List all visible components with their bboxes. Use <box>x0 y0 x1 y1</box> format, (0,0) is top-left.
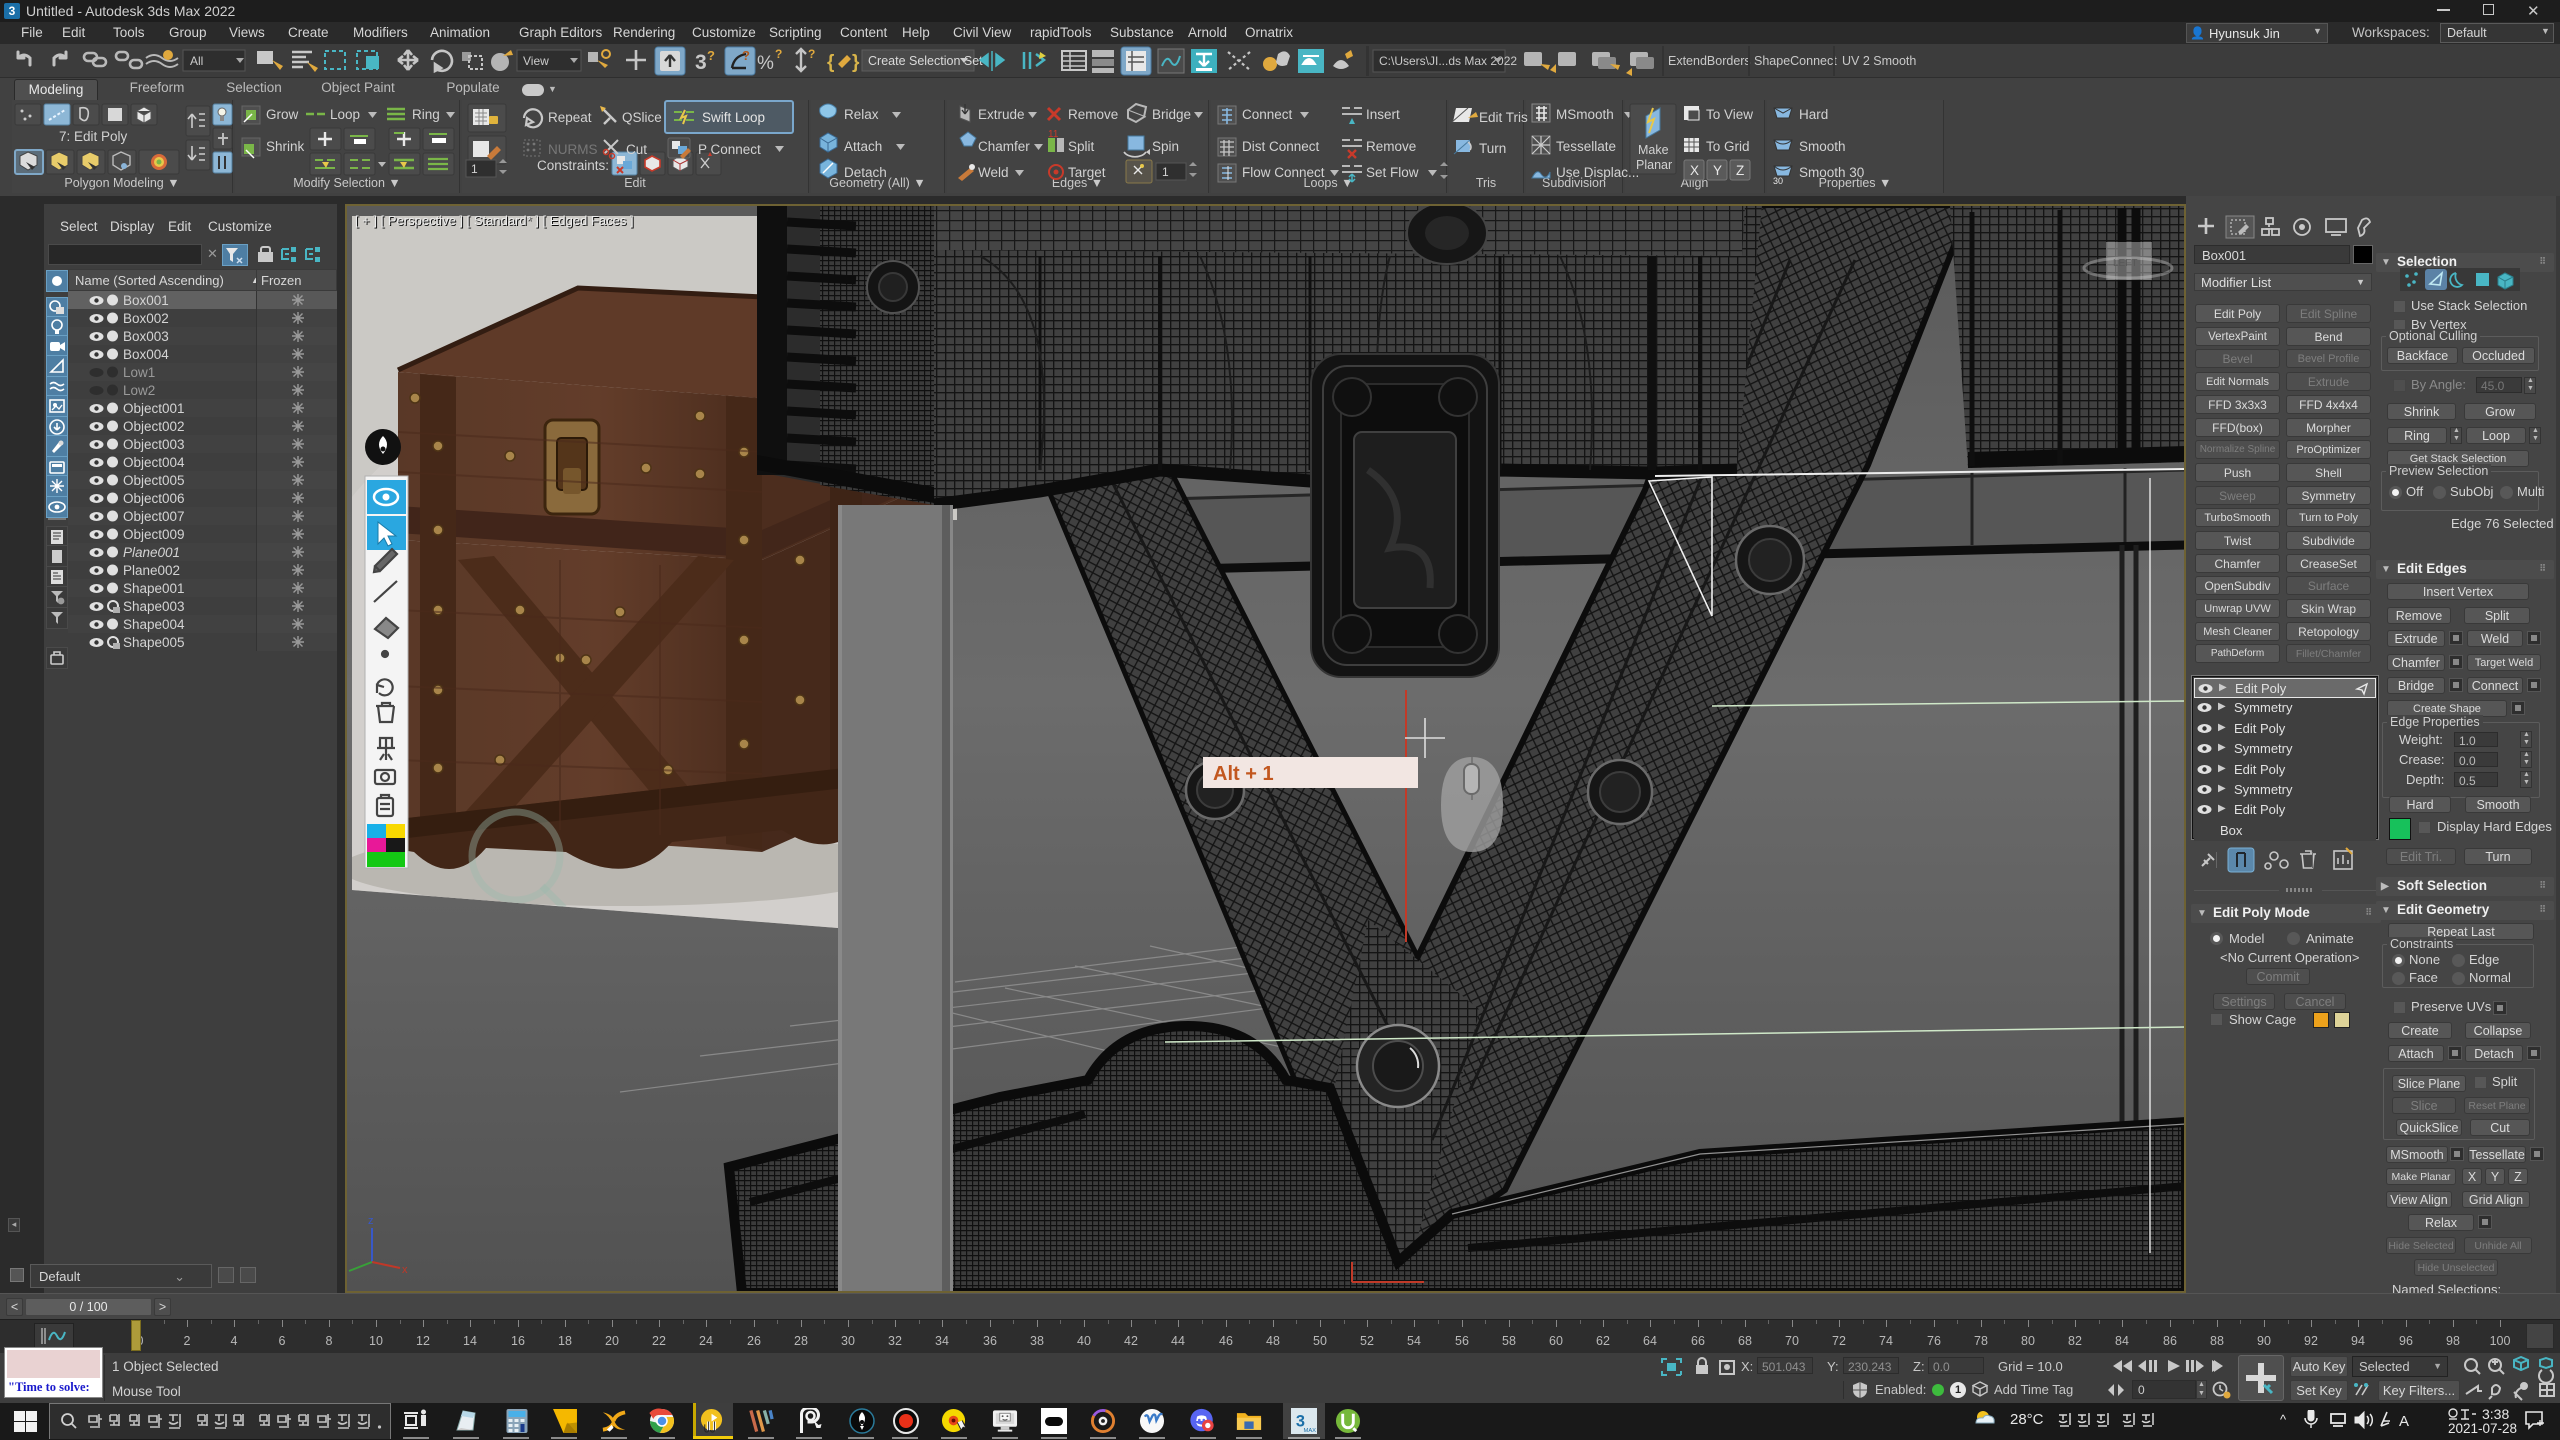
svg-text:?: ? <box>775 47 782 61</box>
svg-text:3: 3 <box>695 51 707 74</box>
svg-text:Relax: Relax <box>844 107 879 122</box>
svg-text:1: 1 <box>471 162 478 176</box>
svg-text:30: 30 <box>1773 176 1783 186</box>
svg-text:Target: Target <box>1068 165 1106 180</box>
svg-text:Weld: Weld <box>978 165 1009 180</box>
svg-text:Loop: Loop <box>330 107 360 122</box>
svg-text:QSlice: QSlice <box>622 110 662 125</box>
svg-text:Make: Make <box>1638 143 1669 157</box>
svg-text:?: ? <box>742 48 750 63</box>
svg-text:Constraints:: Constraints: <box>537 158 609 173</box>
svg-text:All: All <box>190 54 203 68</box>
svg-text:LEFT: LEFT <box>2113 258 2137 269</box>
svg-text:Turn: Turn <box>1479 141 1506 156</box>
svg-text:7: Edit Poly: 7: Edit Poly <box>59 129 128 144</box>
svg-text:Create Selection Set: Create Selection Set <box>868 54 983 68</box>
svg-text:Y: Y <box>1713 163 1722 178</box>
svg-text:Hard: Hard <box>1799 107 1828 122</box>
svg-text:Insert: Insert <box>1366 107 1400 122</box>
svg-text:Dist Connect: Dist Connect <box>1242 139 1320 154</box>
svg-text:Detach: Detach <box>844 165 887 180</box>
svg-text:Alt + 1: Alt + 1 <box>1213 763 1274 785</box>
svg-text:Connect: Connect <box>1242 107 1293 122</box>
svg-text:Smooth 30: Smooth 30 <box>1799 165 1864 180</box>
svg-text:Flow Connect: Flow Connect <box>1242 165 1325 180</box>
svg-text:Z: Z <box>1736 163 1744 178</box>
svg-text:?: ? <box>707 48 715 63</box>
svg-text:NURMS: NURMS <box>548 142 598 157</box>
svg-text:Cut: Cut <box>626 142 647 157</box>
svg-text:Extrude: Extrude <box>978 107 1025 122</box>
svg-text:Set Flow: Set Flow <box>1366 165 1419 180</box>
svg-text:Swift Loop: Swift Loop <box>702 110 765 125</box>
svg-text:x: x <box>402 1264 408 1276</box>
svg-text:?: ? <box>808 47 815 61</box>
svg-text:1: 1 <box>1162 165 1169 179</box>
svg-text:ShapeConnect: ShapeConnect <box>1754 54 1837 68</box>
svg-text:Ring: Ring <box>412 107 440 122</box>
svg-text:}: } <box>852 52 860 73</box>
svg-text:[ + ] [ Perspective ] [ Standa: [ + ] [ Perspective ] [ Standard* ] [ Ed… <box>355 213 634 228</box>
svg-text:To Grid: To Grid <box>1706 139 1750 154</box>
svg-text:%: % <box>757 53 774 74</box>
svg-text:Repeat: Repeat <box>548 110 592 125</box>
svg-text:z: z <box>368 1215 374 1227</box>
svg-text:Smooth: Smooth <box>1799 139 1846 154</box>
svg-text:{: { <box>827 52 834 73</box>
svg-text:MAX: MAX <box>1304 1428 1317 1434</box>
svg-text:Remove: Remove <box>1068 107 1118 122</box>
svg-text:Grow: Grow <box>266 107 299 122</box>
svg-text:Tessellate: Tessellate <box>1556 139 1616 154</box>
svg-text:To View: To View <box>1706 107 1753 122</box>
svg-text:View: View <box>523 54 549 68</box>
svg-text:X: X <box>1690 163 1699 178</box>
svg-text:Chamfer: Chamfer <box>978 139 1030 154</box>
svg-text:Remove: Remove <box>1366 139 1416 154</box>
svg-text:UV 2 Smooth: UV 2 Smooth <box>1842 54 1916 68</box>
svg-text:Edit Tris: Edit Tris <box>1479 110 1528 125</box>
svg-text:Attach: Attach <box>844 139 882 154</box>
svg-text:P Connect: P Connect <box>698 142 761 157</box>
svg-text:Shrink: Shrink <box>266 139 305 154</box>
svg-text:Spin: Spin <box>1152 139 1179 154</box>
svg-text:11: 11 <box>1048 129 1059 140</box>
svg-text:Bridge: Bridge <box>1152 107 1191 122</box>
svg-text:MSmooth: MSmooth <box>1556 107 1614 122</box>
svg-text:Use Displac...: Use Displac... <box>1556 165 1639 180</box>
svg-text:Split: Split <box>1068 139 1095 154</box>
svg-text:Planar: Planar <box>1636 158 1672 172</box>
svg-text:A: A <box>2399 1413 2409 1430</box>
svg-text:ExtendBorders: ExtendBorders <box>1668 54 1751 68</box>
